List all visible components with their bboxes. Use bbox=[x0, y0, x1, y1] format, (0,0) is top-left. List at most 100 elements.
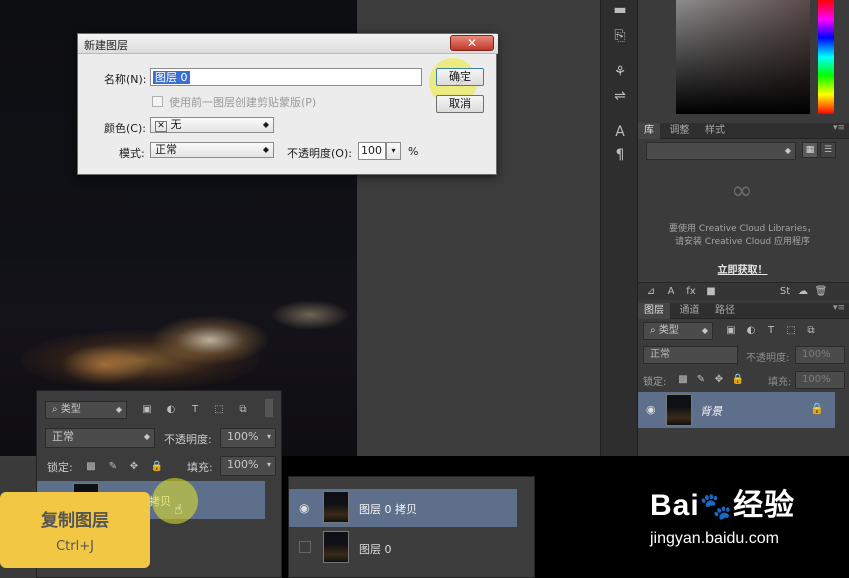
sync-icon[interactable]: ☁ bbox=[796, 286, 810, 298]
layer-filter-select[interactable]: ⌕ 类型 ◆ bbox=[45, 401, 127, 419]
stock-icon[interactable]: St bbox=[778, 286, 792, 298]
name-input-selection: 图层 0 bbox=[153, 71, 190, 84]
opacity-dropdown-icon[interactable]: ▾ bbox=[386, 142, 401, 160]
clip-mask-checkbox[interactable] bbox=[152, 96, 163, 107]
add-graphic-icon[interactable]: ⊿ bbox=[644, 286, 658, 298]
library-message-2: 请安装 Creative Cloud 应用程序 bbox=[674, 237, 811, 247]
list-view-icon[interactable]: ☰ bbox=[820, 142, 836, 158]
character-icon[interactable]: A bbox=[609, 122, 631, 142]
cancel-button[interactable]: 取消 bbox=[436, 95, 484, 113]
add-character-style-icon[interactable]: A bbox=[664, 286, 678, 298]
layer-row-original[interactable]: 图层 0 bbox=[289, 529, 517, 567]
layers-list-zoom: ◉ 图层 0 拷贝 图层 0 bbox=[288, 476, 535, 578]
grid-view-icon[interactable]: ▦ bbox=[802, 142, 818, 158]
fill-value: 100% bbox=[227, 458, 259, 471]
name-label: 名称(N): bbox=[104, 73, 147, 86]
add-layer-style-icon[interactable]: fx bbox=[684, 286, 698, 298]
filter-kind-label: 类型 bbox=[658, 325, 679, 336]
opacity-value: 100% bbox=[227, 430, 259, 443]
opacity-field[interactable]: 100% ▾ bbox=[220, 428, 276, 448]
shape-filter-icon[interactable]: ⬚ bbox=[212, 404, 226, 416]
fill-label: 填充: bbox=[768, 377, 792, 388]
new-layer-dialog: 新建图层 ✕ 名称(N): 图层 0 使用前一图层创建剪贴蒙版(P) 颜色(C)… bbox=[77, 33, 498, 175]
color-select[interactable]: ✕ 无 ◆ bbox=[150, 117, 274, 133]
paragraph-icon[interactable]: ¶ bbox=[609, 145, 631, 165]
lock-paint-icon[interactable]: ✎ bbox=[106, 461, 120, 473]
shape-filter-icon[interactable]: ⬚ bbox=[784, 325, 798, 337]
close-icon[interactable]: ✕ bbox=[450, 35, 494, 51]
baidu-logo: Bai🐾经验 bbox=[650, 489, 796, 522]
percent-sign: % bbox=[408, 145, 419, 158]
layer-row-background[interactable]: ◉ 背景 🔒 bbox=[638, 392, 835, 428]
name-input[interactable]: 图层 0 bbox=[150, 68, 422, 86]
lock-pixels-icon[interactable]: ▩ bbox=[84, 461, 98, 473]
layers-tabbar: 图层 通道 路径 ▾≡ bbox=[638, 303, 849, 319]
eye-icon[interactable]: ◉ bbox=[299, 501, 309, 515]
opacity-label: 不透明度(O): bbox=[287, 147, 352, 160]
hue-slider[interactable] bbox=[818, 0, 834, 114]
tab-styles[interactable]: 样式 bbox=[699, 123, 731, 139]
layer-thumbnail bbox=[666, 394, 692, 426]
opacity-field[interactable]: 100% bbox=[795, 346, 845, 364]
trash-icon[interactable]: 🗑 bbox=[814, 286, 828, 298]
tooltip-shortcut: Ctrl+J bbox=[56, 539, 94, 554]
watermark-url: jingyan.baidu.com bbox=[650, 530, 779, 547]
type-filter-icon[interactable]: T bbox=[764, 325, 778, 337]
layer-name[interactable]: 图层 0 bbox=[359, 541, 392, 557]
lock-position-icon[interactable]: ✥ bbox=[712, 374, 726, 386]
get-now-link[interactable]: 立即获取！ bbox=[640, 261, 845, 276]
add-color-icon[interactable]: ■ bbox=[704, 286, 718, 298]
lock-paint-icon[interactable]: ✎ bbox=[694, 374, 708, 386]
mode-select[interactable]: 正常 ◆ bbox=[150, 142, 274, 158]
layer-name[interactable]: 背景 bbox=[700, 403, 722, 419]
layer-thumbnail bbox=[323, 531, 349, 563]
blend-mode-select[interactable]: 正常 ◆ bbox=[45, 428, 155, 448]
layer-name[interactable]: 图层 0 拷贝 bbox=[359, 501, 417, 517]
brush-presets-icon[interactable]: ⚘ bbox=[609, 62, 631, 82]
pixel-filter-icon[interactable]: ▣ bbox=[140, 404, 154, 416]
type-filter-icon[interactable]: T bbox=[188, 404, 202, 416]
history-icon[interactable]: ▬ bbox=[609, 0, 631, 20]
panel-icon-strip: ▬ ⎘ ⚘ ⇌ A ¶ bbox=[600, 0, 638, 460]
dialog-titlebar[interactable]: 新建图层 ✕ bbox=[78, 34, 498, 54]
smart-filter-icon[interactable]: ⧉ bbox=[236, 404, 250, 416]
layer-row-copy[interactable]: ◉ 图层 0 拷贝 bbox=[289, 489, 517, 527]
visibility-toggle[interactable] bbox=[299, 541, 311, 553]
lock-pixels-icon[interactable]: ▩ bbox=[676, 374, 690, 386]
tab-adjustments[interactable]: 调整 bbox=[664, 123, 696, 139]
fill-field[interactable]: 100% bbox=[795, 371, 845, 389]
no-color-icon: ✕ bbox=[155, 121, 167, 132]
opacity-label: 不透明度: bbox=[746, 353, 790, 364]
tab-paths[interactable]: 路径 bbox=[709, 303, 741, 319]
opacity-input[interactable]: 100 bbox=[358, 142, 386, 160]
tab-channels[interactable]: 通道 bbox=[674, 303, 706, 319]
lock-all-icon[interactable]: 🔒 bbox=[150, 461, 164, 473]
tab-layers[interactable]: 图层 bbox=[638, 303, 670, 319]
lock-position-icon[interactable]: ✥ bbox=[127, 461, 141, 473]
adjustment-filter-icon[interactable]: ◐ bbox=[164, 404, 178, 416]
smart-filter-icon[interactable]: ⧉ bbox=[804, 325, 818, 337]
layers-menu-icon[interactable]: ▾≡ bbox=[833, 303, 845, 313]
creative-cloud-icon: ∞ bbox=[731, 176, 753, 206]
color-picker-field[interactable] bbox=[676, 0, 810, 114]
opacity-label: 不透明度: bbox=[164, 433, 212, 446]
lock-all-icon[interactable]: 🔒 bbox=[731, 374, 745, 386]
adjustment-filter-icon[interactable]: ◐ bbox=[744, 325, 758, 337]
library-dropdown[interactable]: ◆ bbox=[646, 142, 796, 160]
tab-library[interactable]: 库 bbox=[638, 123, 660, 139]
adjust-icon[interactable]: ⇌ bbox=[609, 86, 631, 106]
lock-label: 锁定: bbox=[643, 377, 667, 388]
layer-thumbnail bbox=[323, 491, 349, 523]
layer-filter-select[interactable]: ⌕ 类型 ◆ bbox=[643, 322, 713, 340]
color-label: 颜色(C): bbox=[104, 122, 146, 135]
panel-menu-icon[interactable]: ▾≡ bbox=[833, 123, 845, 133]
filter-toggle[interactable] bbox=[265, 399, 273, 417]
library-tabbar: 库 调整 样式 ▾≡ bbox=[638, 123, 849, 139]
clone-source-icon[interactable]: ⎘ bbox=[609, 26, 631, 46]
blend-mode-select[interactable]: 正常 bbox=[643, 346, 738, 364]
filter-kind-label: 类型 bbox=[60, 404, 81, 415]
pixel-filter-icon[interactable]: ▣ bbox=[724, 325, 738, 337]
fill-field[interactable]: 100% ▾ bbox=[220, 456, 276, 476]
eye-icon[interactable]: ◉ bbox=[646, 403, 656, 416]
mode-label: 模式: bbox=[119, 147, 145, 160]
